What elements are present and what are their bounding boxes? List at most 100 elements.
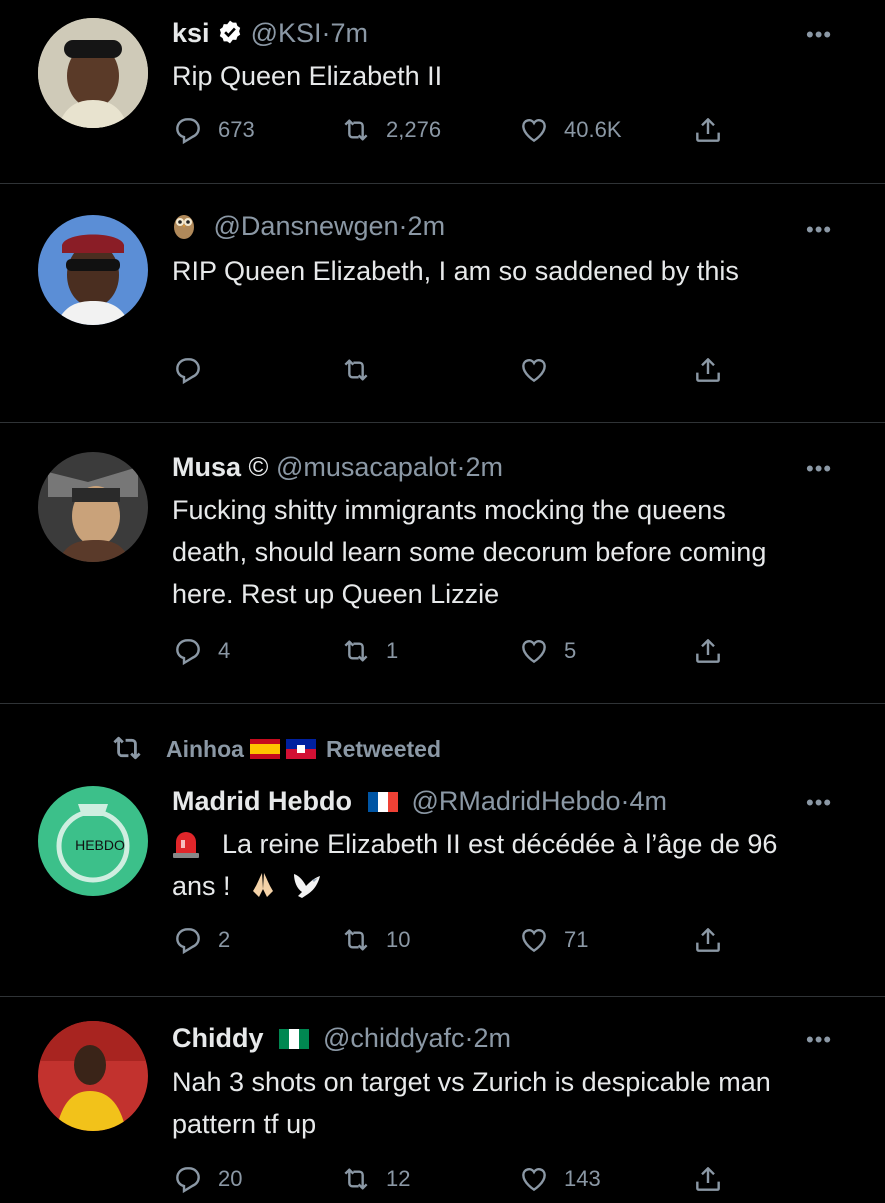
avatar-image [38,18,148,128]
tweet[interactable]: Musa © @musacapalot·2m ••• Fucking shitt… [0,423,885,703]
share-icon [692,1163,724,1195]
heart-icon [518,635,550,667]
heart-icon [518,1163,550,1195]
avatar[interactable] [38,18,148,128]
tweet-actions [172,354,752,394]
reply-button[interactable]: 673 [172,114,255,146]
display-name[interactable]: Madrid Hebdo [172,786,352,816]
tweet-header: Musa © @musacapalot·2m [172,452,503,482]
avatar[interactable] [38,452,148,562]
like-button[interactable]: 71 [518,924,588,956]
like-count: 143 [564,1166,601,1191]
spain-flag-icon [249,738,280,759]
retweet-button[interactable]: 12 [340,1163,410,1195]
heart-icon [518,924,550,956]
share-button[interactable] [692,924,724,956]
retweeted-label: Retweeted [325,736,441,762]
tweet-text: Nah 3 shots on target vs Zurich is despi… [172,1067,771,1139]
tweet-text: Fucking shitty immigrants mocking the qu… [172,495,767,609]
share-button[interactable] [692,114,724,146]
avatar-image [38,1021,148,1131]
reply-icon [172,114,204,146]
reply-icon [172,354,204,386]
praying-hands-emoji-icon [248,870,278,900]
handle[interactable]: @chiddyafc [323,1023,464,1053]
timestamp[interactable]: 2m [474,1023,512,1053]
timestamp[interactable]: 2m [465,452,503,482]
heart-icon [518,114,550,146]
avatar-image [38,452,148,562]
timestamp[interactable]: 4m [630,786,668,816]
like-count: 5 [564,638,577,663]
avatar[interactable] [38,215,148,325]
retweet-icon [113,736,141,760]
retweet-count: 1 [386,638,399,663]
retweet-button[interactable]: 2,276 [340,114,441,146]
retweet-icon [340,635,372,667]
timestamp[interactable]: 7m [331,18,369,48]
tweet-header: Madrid Hebdo @RMadridHebdo·4m [172,786,668,816]
display-name[interactable]: Chiddy [172,1023,264,1053]
more-options-icon[interactable]: ••• [806,22,832,48]
france-flag-icon [367,786,398,812]
display-name[interactable]: ksi [172,18,210,48]
like-button[interactable] [518,354,564,386]
retweet-count: 12 [386,1166,411,1191]
reply-icon [172,635,204,667]
share-button[interactable] [692,635,724,667]
handle[interactable]: @RMadridHebdo [412,786,621,816]
tweet-text: Rip Queen Elizabeth II [172,61,443,91]
retweet-button[interactable]: 10 [340,924,410,956]
reply-count: 2 [218,927,231,952]
handle[interactable]: @musacapalot [276,452,457,482]
share-button[interactable] [692,354,724,386]
avatar-logo-text: HEBDO [75,837,125,853]
share-button[interactable] [692,1163,724,1195]
share-icon [692,635,724,667]
haiti-flag-icon [285,738,316,759]
retweet-button[interactable] [340,354,386,386]
avatar-image: HEBDO [38,786,148,896]
retweet-icon [340,924,372,956]
reply-count: 20 [218,1166,243,1191]
more-options-icon[interactable]: ••• [806,1027,832,1053]
more-options-icon[interactable]: ••• [806,217,832,243]
handle[interactable]: @Dansnewgen [214,211,399,241]
display-name[interactable]: Musa [172,452,241,482]
avatar-image [38,215,148,325]
handle[interactable]: @KSI [251,18,322,48]
tweet[interactable]: Chiddy @chiddyafc·2m ••• Nah 3 shots on … [0,997,885,1199]
tweet-text: RIP Queen Elizabeth, I am so saddened by… [172,256,739,286]
tweet-header: ksi @KSI·7m [172,18,369,48]
like-button[interactable]: 143 [518,1163,601,1195]
tweet[interactable]: @Dansnewgen·2m ••• RIP Queen Elizabeth, … [0,184,885,422]
verified-badge-icon [219,20,241,44]
share-icon [692,114,724,146]
reply-icon [172,1163,204,1195]
retweeter-name[interactable]: Ainhoa [166,736,244,762]
tweet[interactable]: ksi @KSI·7m ••• Rip Queen Elizabeth II 6… [0,0,885,183]
avatar[interactable] [38,1021,148,1131]
retweet-button[interactable]: 1 [340,635,398,667]
more-options-icon[interactable]: ••• [806,790,832,816]
reply-button[interactable] [172,354,218,386]
retweet-icon [340,1163,372,1195]
reply-button[interactable]: 2 [172,924,230,956]
retweet-icon [340,114,372,146]
more-options-icon[interactable]: ••• [806,456,832,482]
timestamp[interactable]: 2m [408,211,446,241]
reply-icon [172,924,204,956]
reply-button[interactable]: 4 [172,635,230,667]
like-button[interactable]: 5 [518,635,576,667]
owl-emoji-icon [172,210,196,240]
reply-count: 673 [218,117,255,142]
reply-button[interactable]: 20 [172,1163,242,1195]
tweet[interactable]: Ainhoa Retweeted HEBDO Madrid Hebdo @RMad… [0,704,885,996]
copyright-symbol: © [248,452,269,482]
nigeria-flag-icon [279,1023,310,1049]
dove-emoji-icon [290,870,322,900]
tweet-actions: 673 2,276 40.6K [172,114,752,154]
like-button[interactable]: 40.6K [518,114,622,146]
tweet-content: La reine Elizabeth II est décédée à l’âg… [172,823,812,907]
avatar[interactable]: HEBDO [38,786,148,896]
